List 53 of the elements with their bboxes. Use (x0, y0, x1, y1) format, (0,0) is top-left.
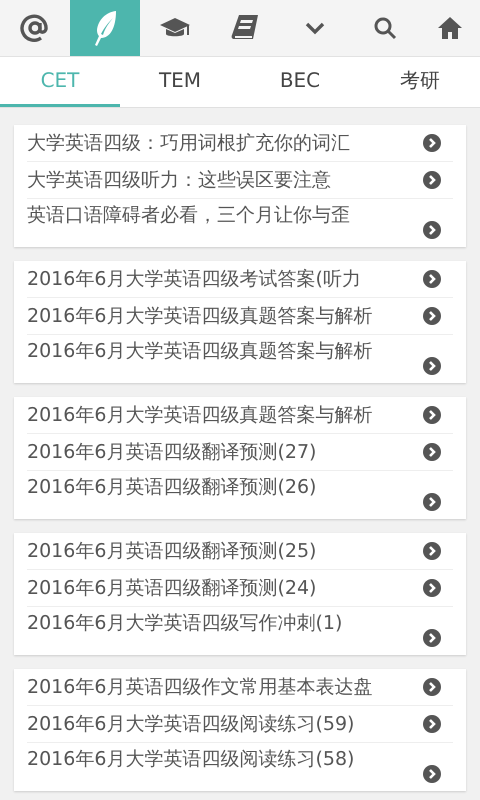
article-title: 2016年6月大学英语四级考试答案(听力 (27, 267, 361, 292)
chevron-circle-icon (423, 406, 441, 424)
chevron-circle-icon (423, 542, 441, 560)
article-item[interactable]: 2016年6月大学英语四级真题答案与解析 (27, 298, 453, 335)
chevron-circle-icon (423, 443, 441, 461)
tab[interactable]: TEM (120, 57, 240, 107)
article-item[interactable]: 2016年6月英语四级翻译预测(27) (27, 434, 453, 471)
article-title: 2016年6月英语四级翻译预测(25) (27, 539, 316, 564)
chevron-circle-icon (423, 307, 441, 325)
search-icon (373, 16, 397, 40)
article-item[interactable]: 2016年6月英语四级翻译预测(24) (27, 570, 453, 607)
chevron-circle-icon (423, 629, 441, 647)
article-item[interactable]: 2016年6月大学英语四级阅读练习(58) (27, 743, 453, 783)
chevron-circle-icon (423, 678, 441, 696)
home-icon (437, 16, 463, 40)
article-title: 2016年6月英语四级翻译预测(24) (27, 576, 316, 601)
article-title: 2016年6月大学英语四级写作冲刺(1) (27, 611, 342, 636)
article-title: 2016年6月英语四级作文常用基本表达盘 (27, 675, 372, 700)
article-title: 2016年6月大学英语四级真题答案与解析 (27, 304, 372, 329)
article-item[interactable]: 2016年6月英语四级作文常用基本表达盘 (27, 669, 453, 706)
article-title: 大学英语四级听力：这些误区要注意 (27, 168, 331, 193)
article-item[interactable]: 2016年6月大学英语四级真题答案与解析 (27, 335, 453, 375)
article-title: 2016年6月英语四级翻译预测(27) (27, 440, 316, 465)
article-item[interactable]: 2016年6月大学英语四级阅读练习(59) (27, 706, 453, 743)
article-item[interactable]: 2016年6月大学英语四级考试答案(听力 (27, 261, 453, 298)
article-item[interactable]: 2016年6月英语四级翻译预测(26) (27, 471, 453, 511)
chevron-circle-icon (423, 579, 441, 597)
article-title: 2016年6月英语四级翻译预测(26) (27, 475, 316, 500)
article-title: 英语口语障碍者必看，三个月让你与歪 (27, 203, 350, 228)
chevron-down-icon (305, 21, 325, 35)
chevron-circle-icon (423, 715, 441, 733)
article-item[interactable]: 英语口语障碍者必看，三个月让你与歪 (27, 199, 453, 239)
article-item[interactable]: 2016年6月大学英语四级写作冲刺(1) (27, 607, 453, 647)
article-title: 2016年6月大学英语四级真题答案与解析 (27, 403, 372, 428)
at-icon (20, 13, 50, 43)
tab[interactable]: 考研 (360, 57, 480, 107)
feather-icon (92, 10, 118, 46)
article-title: 2016年6月大学英语四级阅读练习(58) (27, 747, 354, 772)
article-item[interactable]: 2016年6月大学英语四级真题答案与解析 (27, 397, 453, 434)
chevron-circle-icon (423, 270, 441, 288)
chevron-circle-icon (423, 221, 441, 239)
chevron-circle-icon (423, 765, 441, 783)
article-item[interactable]: 大学英语四级听力：这些误区要注意 (27, 162, 453, 199)
article-title: 2016年6月大学英语四级阅读练习(59) (27, 712, 354, 737)
article-title: 大学英语四级：巧用词根扩充你的词汇 (27, 131, 350, 156)
chevron-circle-icon (423, 171, 441, 189)
chevron-circle-icon (423, 357, 441, 375)
article-item[interactable]: 大学英语四级：巧用词根扩充你的词汇 (27, 125, 453, 162)
article-item[interactable]: 2016年6月英语四级翻译预测(25) (27, 533, 453, 570)
article-title: 2016年6月大学英语四级真题答案与解析 (27, 339, 372, 364)
chevron-circle-icon (423, 493, 441, 511)
chevron-circle-icon (423, 134, 441, 152)
tab[interactable]: BEC (240, 57, 360, 107)
